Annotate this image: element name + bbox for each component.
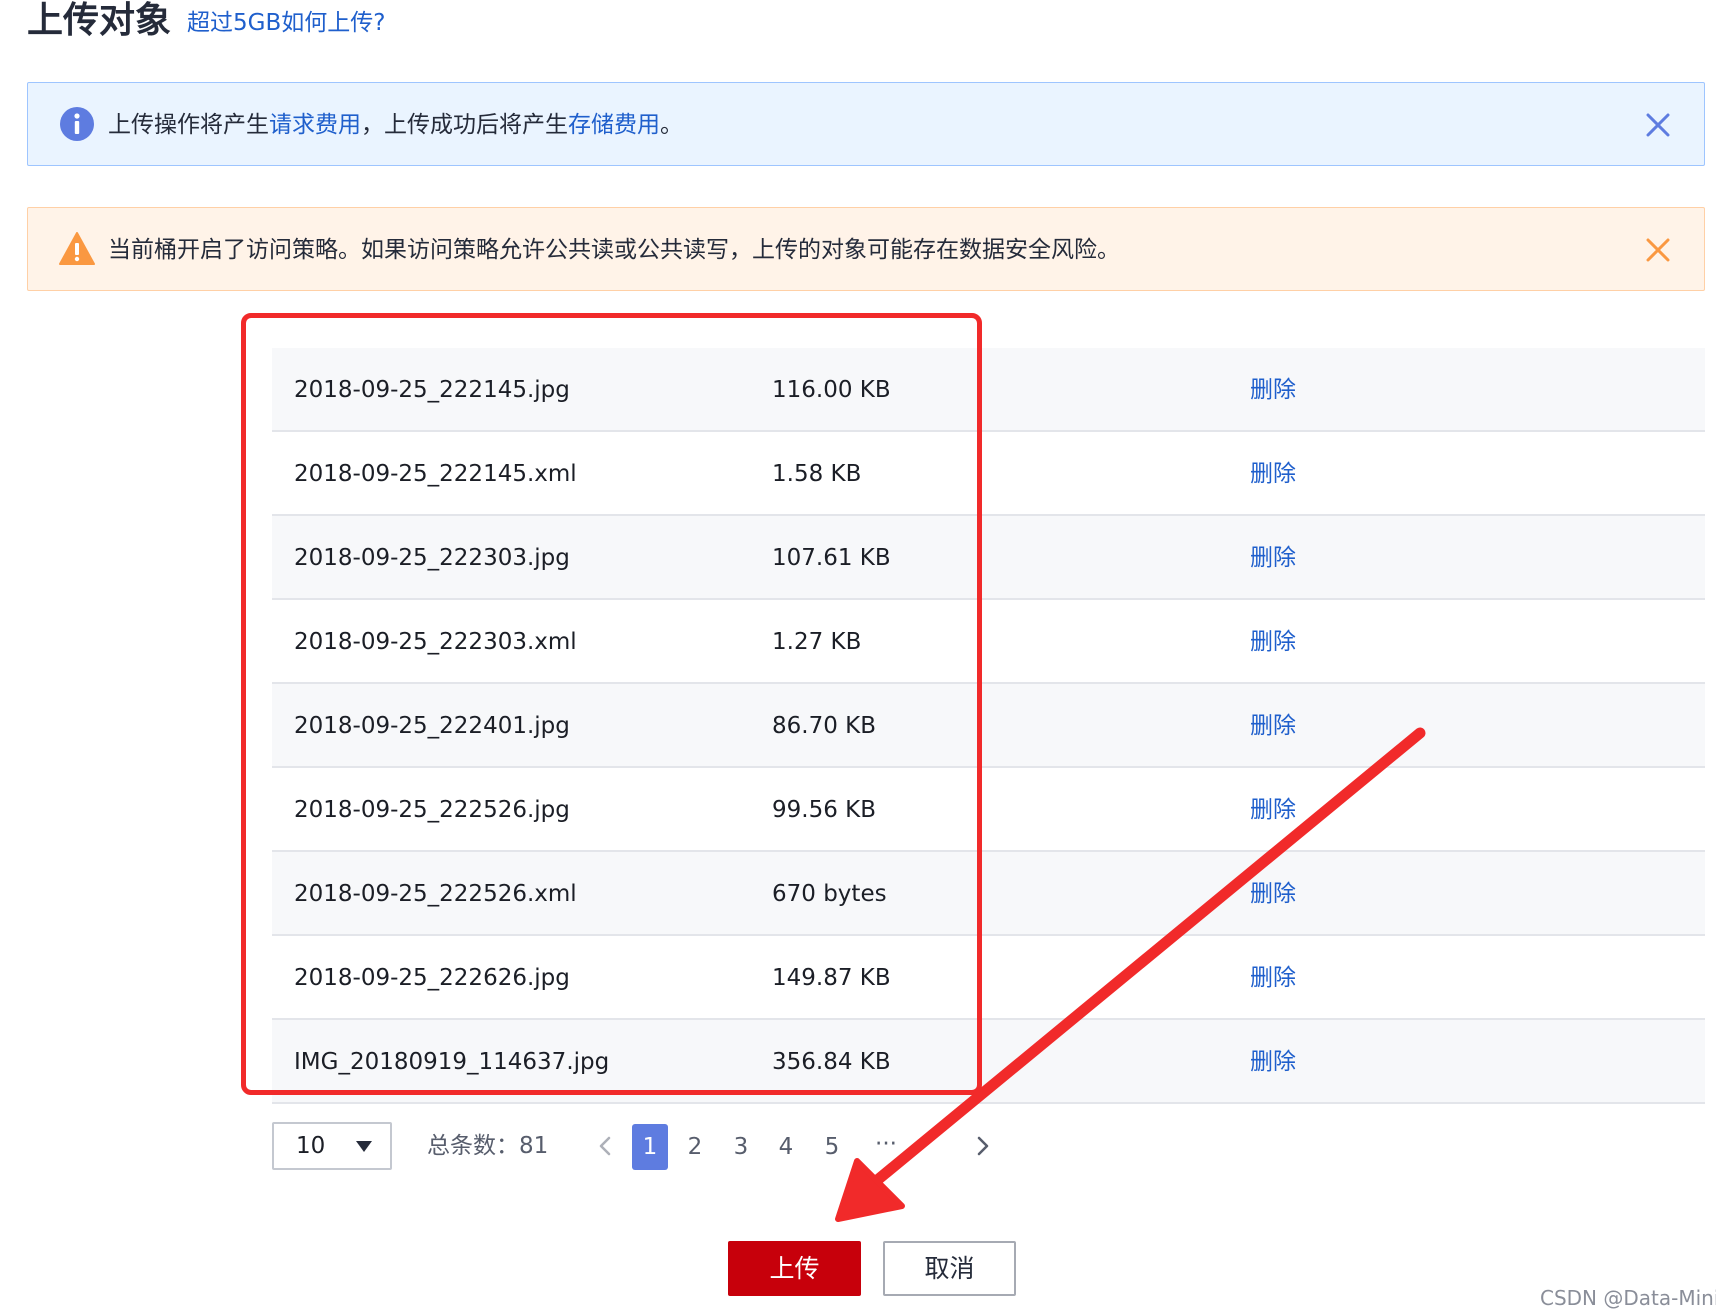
caret-down-icon	[356, 1141, 372, 1152]
delete-link[interactable]: 删除	[1250, 348, 1296, 432]
delete-link[interactable]: 删除	[1250, 432, 1296, 516]
info-alert: 上传操作将产生请求费用，上传成功后将产生存储费用。	[27, 82, 1705, 166]
help-link[interactable]: 超过5GB如何上传?	[187, 8, 385, 38]
page-5[interactable]: 5	[814, 1124, 850, 1170]
more-pages[interactable]: ···	[868, 1124, 904, 1170]
delete-link[interactable]: 删除	[1250, 684, 1296, 768]
info-text-pre: 上传操作将产生	[108, 112, 269, 138]
upload-button[interactable]: 上传	[728, 1241, 861, 1296]
watermark: CSDN @Data-Mining	[1540, 1286, 1716, 1310]
page-size-select[interactable]: 10	[272, 1122, 392, 1170]
delete-link[interactable]: 删除	[1250, 1020, 1296, 1104]
page-1[interactable]: 1	[632, 1124, 668, 1170]
delete-link[interactable]: 删除	[1250, 768, 1296, 852]
chevron-left-icon[interactable]	[592, 1126, 618, 1166]
page-2[interactable]: 2	[677, 1124, 713, 1170]
warning-alert-text: 当前桶开启了访问策略。如果访问策略允许公共读或公共读写，上传的对象可能存在数据安…	[108, 237, 1120, 263]
info-alert-text: 上传操作将产生请求费用，上传成功后将产生存储费用。	[108, 83, 683, 167]
chevron-right-icon[interactable]	[970, 1126, 996, 1166]
page-4[interactable]: 4	[768, 1124, 804, 1170]
delete-link[interactable]: 删除	[1250, 600, 1296, 684]
total-count: 总条数：81	[427, 1133, 549, 1159]
request-fee-link[interactable]: 请求费用	[269, 112, 361, 138]
storage-fee-link[interactable]: 存储费用	[568, 112, 660, 138]
warning-alert: 当前桶开启了访问策略。如果访问策略允许公共读或公共读写，上传的对象可能存在数据安…	[27, 207, 1705, 291]
info-text-mid: ，上传成功后将产生	[361, 112, 568, 138]
info-text-post: 。	[660, 112, 683, 138]
delete-link[interactable]: 删除	[1250, 852, 1296, 936]
close-icon[interactable]	[1640, 232, 1676, 268]
close-icon[interactable]	[1640, 107, 1676, 143]
annotation-highlight-box	[241, 313, 982, 1095]
page-3[interactable]: 3	[723, 1124, 759, 1170]
warning-icon	[59, 232, 95, 265]
page-title: 上传对象	[27, 0, 172, 41]
page-size-value: 10	[296, 1133, 326, 1159]
delete-link[interactable]: 删除	[1250, 936, 1296, 1020]
cancel-button[interactable]: 取消	[883, 1241, 1016, 1296]
info-icon	[60, 107, 94, 141]
delete-link[interactable]: 删除	[1250, 516, 1296, 600]
